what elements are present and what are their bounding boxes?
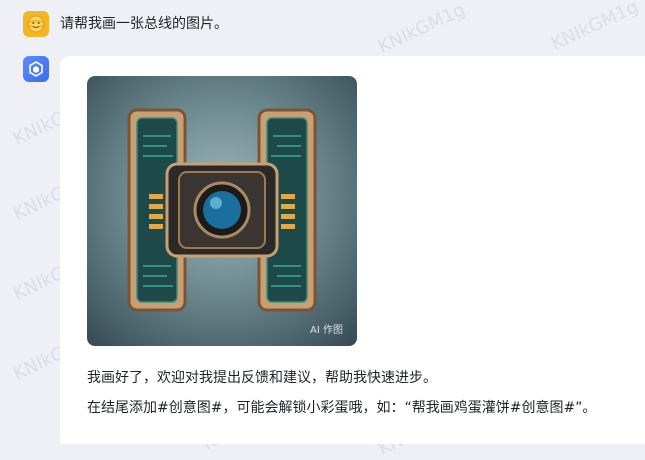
bot-message-card: AI 作图 我画好了，欢迎对我提出反馈和建议，帮助我快速进步。 在结尾添加#创意… <box>60 56 645 444</box>
cube-logo-icon <box>29 61 43 77</box>
user-avatar <box>23 11 49 37</box>
watermark-text: KNIkGM1g <box>374 0 469 58</box>
ai-generated-badge: AI 作图 <box>310 325 343 336</box>
smiley-face-icon <box>26 15 46 33</box>
circuit-board-illustration <box>127 108 317 312</box>
generated-image[interactable]: AI 作图 <box>87 76 357 346</box>
bot-avatar <box>23 56 49 82</box>
watermark-text: KNIkGM1g <box>547 0 642 55</box>
user-message: 请帮我画一张总线的图片。 <box>60 16 228 32</box>
bot-reply-text: 我画好了，欢迎对我提出反馈和建议，帮助我快速进步。 <box>87 370 437 386</box>
bot-tip-text: 在结尾添加#创意图#，可能会解锁小彩蛋哦，如：“帮我画鸡蛋灌饼#创意图#”。 <box>87 400 597 416</box>
